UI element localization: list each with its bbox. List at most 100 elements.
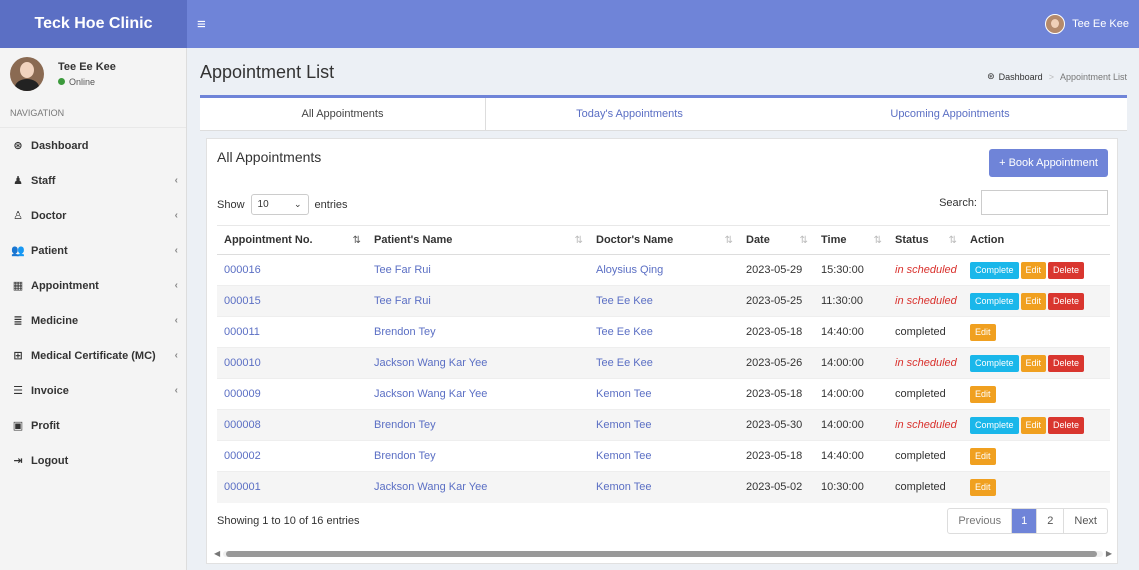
sidebar-item-patient[interactable]: 👥 Patient ‹ <box>0 233 186 268</box>
table-cell: 10:30:00 <box>814 471 888 503</box>
sidebar-item-logout[interactable]: ⇥ Logout <box>0 443 186 478</box>
no-value[interactable]: 000002 <box>224 450 261 462</box>
search-input[interactable] <box>981 190 1108 215</box>
sort-icon[interactable]: ⇅ <box>575 235 583 246</box>
online-dot-icon <box>58 78 65 85</box>
complete-button[interactable]: Complete <box>970 354 1019 372</box>
table-cell: 000002 <box>217 440 367 472</box>
tab-upcoming-appointments[interactable]: Upcoming Appointments <box>773 98 1127 130</box>
app-brand[interactable]: Teck Hoe Clinic <box>0 0 187 48</box>
user-status-label: Online <box>69 76 96 87</box>
user-panel: Tee Ee Kee Online <box>0 48 186 99</box>
doctor-value[interactable]: Tee Ee Kee <box>596 295 653 307</box>
sidebar-item-profit[interactable]: ▣ Profit <box>0 408 186 443</box>
sidebar: Tee Ee Kee Online NAVIGATION ⊛ Dashboard ♟… <box>0 48 187 570</box>
doctor-value[interactable]: Kemon Tee <box>596 450 651 462</box>
doctor-value[interactable]: Kemon Tee <box>596 481 651 493</box>
sidebar-item-medicine[interactable]: ≣ Medicine ‹ <box>0 303 186 338</box>
status-value: in scheduled <box>895 264 957 276</box>
no-value[interactable]: 000016 <box>224 264 261 276</box>
edit-button[interactable]: Edit <box>1020 261 1047 279</box>
column-header[interactable]: Status ⇅ <box>888 225 963 255</box>
status-value: completed <box>895 481 946 494</box>
sort-icon[interactable]: ⇅ <box>874 235 882 246</box>
pagination-page-2[interactable]: 2 <box>1036 509 1063 533</box>
sort-icon[interactable]: ⇅ <box>353 235 361 246</box>
chevron-left-icon: ‹ <box>174 245 178 256</box>
user-menu[interactable]: Tee Ee Kee <box>1045 0 1139 48</box>
scrollbar-track[interactable] <box>223 550 1103 557</box>
chevron-left-icon: ‹ <box>174 385 178 396</box>
scrollbar-thumb[interactable] <box>226 550 1097 557</box>
column-header[interactable]: Appointment No. ⇅ <box>217 225 367 255</box>
no-value[interactable]: 000009 <box>224 388 261 400</box>
tab-todays-appointments[interactable]: Today's Appointments <box>486 98 773 130</box>
edit-button[interactable]: Edit <box>1020 292 1047 310</box>
appointments-table: Appointment No. ⇅ Patient's Name ⇅ Doctor's … <box>217 225 1110 503</box>
status-value: in scheduled <box>895 357 957 369</box>
pagination-previous-button[interactable]: Previous <box>948 509 1011 533</box>
book-appointment-button[interactable]: + Book Appointment <box>989 149 1108 177</box>
hamburger-icon[interactable]: ≡ <box>197 0 217 48</box>
tab-all-appointments[interactable]: All Appointments <box>200 98 486 130</box>
column-header[interactable]: Date ⇅ <box>739 225 814 255</box>
sort-icon[interactable]: ⇅ <box>800 235 808 246</box>
doctor-value[interactable]: Tee Ee Kee <box>596 357 653 369</box>
doctor-value[interactable]: Tee Ee Kee <box>596 326 653 338</box>
no-value[interactable]: 000001 <box>224 481 261 493</box>
patient-value[interactable]: Jackson Wang Kar Yee <box>374 388 487 400</box>
patient-value[interactable]: Tee Far Rui <box>374 295 431 307</box>
patient-value[interactable]: Brendon Tey <box>374 326 436 338</box>
scroll-right-icon[interactable]: ▶ <box>1103 549 1112 558</box>
no-value[interactable]: 000015 <box>224 295 261 307</box>
edit-button[interactable]: Edit <box>970 478 996 496</box>
edit-button[interactable]: Edit <box>1020 354 1047 372</box>
sidebar-item-staff[interactable]: ♟ Staff ‹ <box>0 163 186 198</box>
sidebar-item-doctor[interactable]: ♙ Doctor ‹ <box>0 198 186 233</box>
complete-button[interactable]: Complete <box>970 292 1019 310</box>
doctor-value[interactable]: Aloysius Qing <box>596 264 663 276</box>
pagination-page-1[interactable]: 1 <box>1011 509 1037 533</box>
pagination-next-button[interactable]: Next <box>1063 509 1107 533</box>
action-cell: Edit <box>963 440 1110 472</box>
patient-value[interactable]: Tee Far Rui <box>374 264 431 276</box>
breadcrumb-separator: > <box>1048 71 1054 82</box>
complete-button[interactable]: Complete <box>970 416 1019 434</box>
chevron-left-icon: ‹ <box>174 210 178 221</box>
sidebar-item-invoice[interactable]: ☰ Invoice ‹ <box>0 373 186 408</box>
no-value[interactable]: 000010 <box>224 357 261 369</box>
sidebar-item-medical-certificate-mc[interactable]: ⊞ Medical Certificate (MC) ‹ <box>0 338 186 373</box>
no-value[interactable]: 000011 <box>224 326 260 338</box>
delete-button[interactable]: Delete <box>1048 354 1085 372</box>
date-value: 2023-05-30 <box>746 419 803 431</box>
table-cell: 000016 <box>217 254 367 286</box>
no-value[interactable]: 000008 <box>224 419 261 431</box>
column-header[interactable]: Doctor's Name ⇅ <box>589 225 739 255</box>
edit-button[interactable]: Edit <box>1020 416 1047 434</box>
doctor-value[interactable]: Kemon Tee <box>596 419 651 431</box>
sort-icon[interactable]: ⇅ <box>949 235 957 246</box>
edit-button[interactable]: Edit <box>970 385 996 403</box>
column-header[interactable]: Patient's Name ⇅ <box>367 225 589 255</box>
horizontal-scrollbar[interactable]: ◀ ▶ <box>214 549 1112 558</box>
complete-button[interactable]: Complete <box>970 261 1019 279</box>
delete-button[interactable]: Delete <box>1048 416 1085 434</box>
edit-button[interactable]: Edit <box>970 323 996 341</box>
patient-value[interactable]: Jackson Wang Kar Yee <box>374 481 487 493</box>
chevron-left-icon: ‹ <box>174 175 178 186</box>
patient-value[interactable]: Brendon Tey <box>374 450 436 462</box>
sidebar-item-appointment[interactable]: ▦ Appointment ‹ <box>0 268 186 303</box>
doctor-value[interactable]: Kemon Tee <box>596 388 651 400</box>
sort-icon[interactable]: ⇅ <box>725 235 733 246</box>
patient-value[interactable]: Brendon Tey <box>374 419 436 431</box>
patient-value[interactable]: Jackson Wang Kar Yee <box>374 357 487 369</box>
breadcrumb-home[interactable]: Dashboard <box>999 72 1043 82</box>
sidebar-item-dashboard[interactable]: ⊛ Dashboard <box>0 128 186 163</box>
column-header[interactable]: Time ⇅ <box>814 225 888 255</box>
action-cell: Complete Edit Delete <box>963 347 1110 379</box>
entries-select[interactable]: 10 ⌄ <box>250 194 309 215</box>
delete-button[interactable]: Delete <box>1048 261 1085 279</box>
edit-button[interactable]: Edit <box>970 447 996 465</box>
scroll-left-icon[interactable]: ◀ <box>214 549 223 558</box>
delete-button[interactable]: Delete <box>1048 292 1085 310</box>
